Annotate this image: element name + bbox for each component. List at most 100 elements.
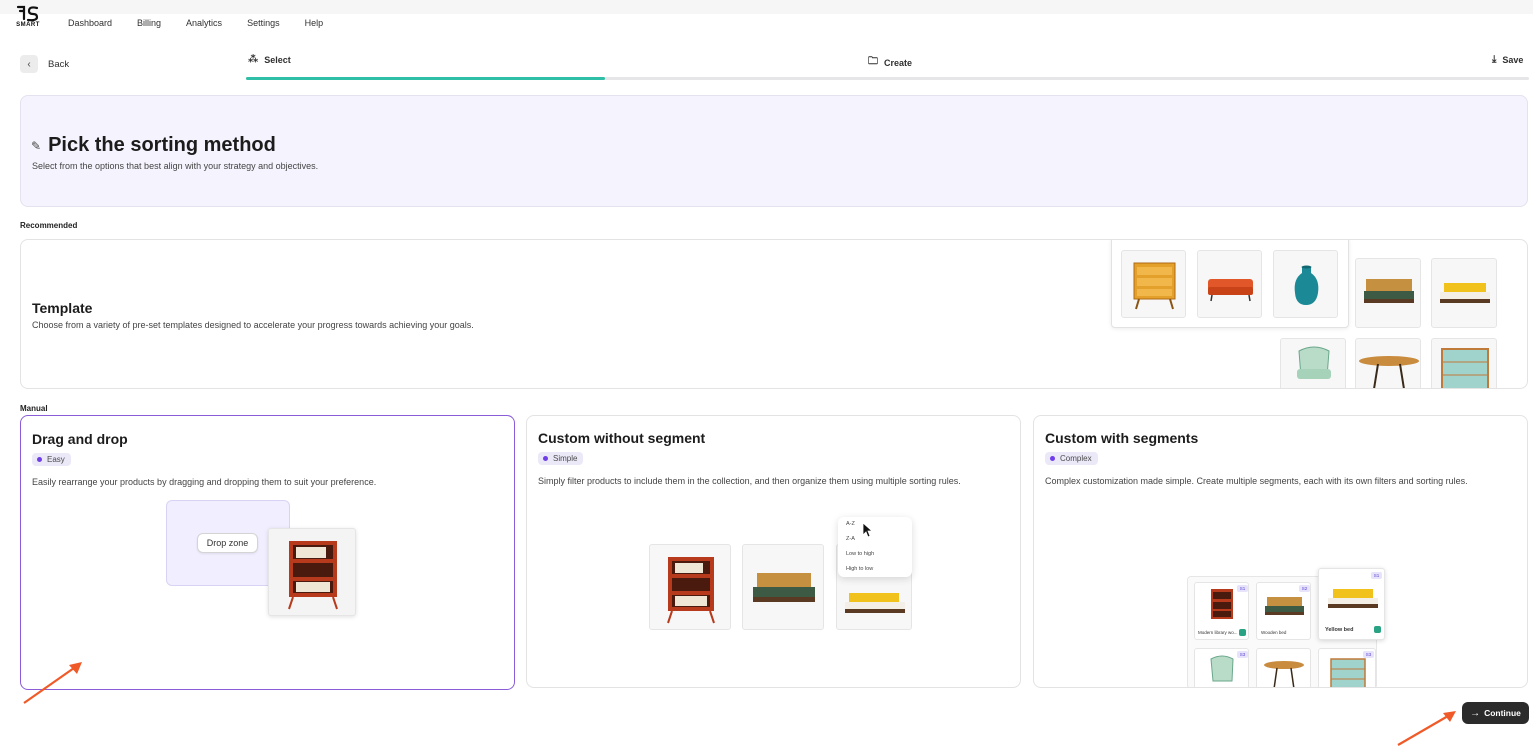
bookshelf-icon xyxy=(288,541,338,610)
magic-wand-icon: ✎ xyxy=(31,138,42,153)
badge-complex-label: Complex xyxy=(1060,454,1092,463)
segment-number-badge: S3 xyxy=(1363,651,1374,658)
drop-zone-label: Drop zone xyxy=(197,533,258,553)
custom-without-segment-description: Simply filter products to include them i… xyxy=(538,476,961,486)
chevron-left-icon: ‹ xyxy=(20,55,38,73)
segment-check-icon xyxy=(1374,626,1381,633)
page-subtitle: Select from the options that best align … xyxy=(32,161,319,171)
bed-icon xyxy=(753,573,815,602)
arrow-right-icon: → xyxy=(1470,707,1481,719)
draggable-bookshelf[interactable] xyxy=(268,528,356,616)
step-create[interactable]: 🗀 Create xyxy=(868,54,912,71)
difficulty-badge-easy: Easy xyxy=(32,453,71,466)
brand-logo[interactable]: SMART xyxy=(12,5,44,28)
segment-product-label: Wooden bed xyxy=(1261,630,1287,635)
nav-billing[interactable]: Billing xyxy=(137,18,161,28)
top-nav: Dashboard Billing Analytics Settings Hel… xyxy=(68,18,348,28)
drag-and-drop-title: Drag and drop xyxy=(32,431,128,447)
segment-tile-armchair: S3 xyxy=(1194,648,1249,687)
step-save[interactable]: ⤓ Save xyxy=(1492,54,1523,65)
custom-with-segments-title: Custom with segments xyxy=(1045,430,1199,446)
step-select[interactable]: ⁂ Select xyxy=(248,54,291,65)
back-label: Back xyxy=(48,58,70,70)
nav-help[interactable]: Help xyxy=(305,18,324,28)
armchair-icon xyxy=(1297,346,1331,379)
continue-button[interactable]: → Continue xyxy=(1462,702,1529,724)
page-header: ✎ Pick the sorting method Select from th… xyxy=(20,95,1528,207)
template-card-description: Choose from a variety of pre-set templat… xyxy=(32,320,474,330)
segment-number-badge: S2 xyxy=(1299,585,1310,592)
bed-icon xyxy=(1364,279,1414,303)
drag-and-drop-description: Easily rearrange your products by draggi… xyxy=(32,477,377,487)
stepper: ⁂ Select 🗀 Create ⤓ Save xyxy=(246,52,1529,80)
custom-with-segments-description: Complex customization made simple. Creat… xyxy=(1045,476,1468,486)
segment-tile-yellow-bed: S1 Yellow bed xyxy=(1318,568,1385,640)
badge-simple-label: Simple xyxy=(553,454,578,463)
back-button[interactable]: ‹ Back xyxy=(20,55,69,73)
product-dresser xyxy=(1121,250,1186,318)
segment-product-label: Yellow bed xyxy=(1325,627,1354,633)
vase-icon xyxy=(1294,265,1319,305)
product-table xyxy=(1355,338,1421,388)
product-cabinet xyxy=(1431,338,1497,388)
download-icon: ⤓ xyxy=(1492,54,1497,65)
product-bed-wood xyxy=(1355,258,1421,328)
sort-option-a-z[interactable]: A-Z xyxy=(846,521,855,527)
table-icon xyxy=(1264,661,1304,687)
dresser-icon xyxy=(1133,262,1176,310)
top-strip xyxy=(0,0,1533,14)
sofa-icon xyxy=(1208,279,1253,302)
folder-plus-icon: 🗀 xyxy=(868,56,878,67)
segment-check-icon xyxy=(1239,629,1246,636)
custom-without-segment-card[interactable]: Custom without segment Simple Simply fil… xyxy=(526,415,1021,688)
difficulty-badge-simple: Simple xyxy=(538,452,584,465)
sort-option-low-to-high[interactable]: Low to high xyxy=(846,551,874,557)
step-create-label: Create xyxy=(884,57,913,68)
nav-settings[interactable]: Settings xyxy=(247,18,280,28)
logo-mark-icon xyxy=(16,5,39,22)
segment-number-badge: S1 xyxy=(1237,585,1248,592)
sort-dropdown-menu: A-Z Z-A Low to high High to low xyxy=(838,517,912,577)
product-bed-sample xyxy=(742,544,824,630)
product-armchair xyxy=(1280,338,1346,388)
sparkle-icon: ⁂ xyxy=(248,54,259,65)
segment-tile-table xyxy=(1256,648,1311,687)
nav-analytics[interactable]: Analytics xyxy=(186,18,222,28)
product-bed-yellow xyxy=(1431,258,1497,328)
segment-number-badge: S1 xyxy=(1371,572,1382,579)
segment-product-label: Modern library wo... xyxy=(1198,630,1238,635)
annotation-arrow-icon xyxy=(23,662,82,704)
template-card[interactable]: Template Choose from a variety of pre-se… xyxy=(20,239,1528,389)
custom-with-segments-card[interactable]: Custom with segments Complex Complex cus… xyxy=(1033,415,1528,688)
step-select-label: Select xyxy=(264,54,291,65)
product-sofa xyxy=(1197,250,1262,318)
continue-label: Continue xyxy=(1484,708,1521,718)
nav-dashboard[interactable]: Dashboard xyxy=(68,18,112,28)
step-save-label: Save xyxy=(1502,54,1524,65)
badge-dot-icon xyxy=(37,457,42,462)
table-icon xyxy=(1359,356,1419,388)
sort-option-high-to-low[interactable]: High to low xyxy=(846,566,873,572)
progress-track xyxy=(246,77,1529,80)
brand-logo-text: SMART xyxy=(16,22,40,28)
cursor-icon xyxy=(862,522,874,538)
page-title: ✎ Pick the sorting method xyxy=(31,134,276,157)
segment-number-badge: S3 xyxy=(1237,651,1248,658)
progress-fill xyxy=(246,77,605,80)
drag-and-drop-card[interactable]: Drag and drop Easy Easily rearrange your… xyxy=(20,415,515,690)
segment-tile-wooden-bed: S2 Wooden bed xyxy=(1256,582,1311,640)
difficulty-badge-complex: Complex xyxy=(1045,452,1098,465)
badge-dot-icon xyxy=(543,456,548,461)
sort-option-z-a[interactable]: Z-A xyxy=(846,536,855,542)
section-label-recommended: Recommended xyxy=(20,221,78,230)
page-title-text: Pick the sorting method xyxy=(48,134,276,156)
segment-tile-bookshelf: S1 Modern library wo... xyxy=(1194,582,1249,640)
section-label-manual: Manual xyxy=(20,404,48,413)
annotation-arrow-icon xyxy=(1397,711,1456,746)
badge-dot-icon xyxy=(1050,456,1055,461)
bed-yellow-icon xyxy=(1440,283,1490,303)
custom-without-segment-title: Custom without segment xyxy=(538,430,706,446)
product-vase xyxy=(1273,250,1338,318)
bookshelf-icon xyxy=(667,557,715,624)
product-bookshelf-sample xyxy=(649,544,731,630)
